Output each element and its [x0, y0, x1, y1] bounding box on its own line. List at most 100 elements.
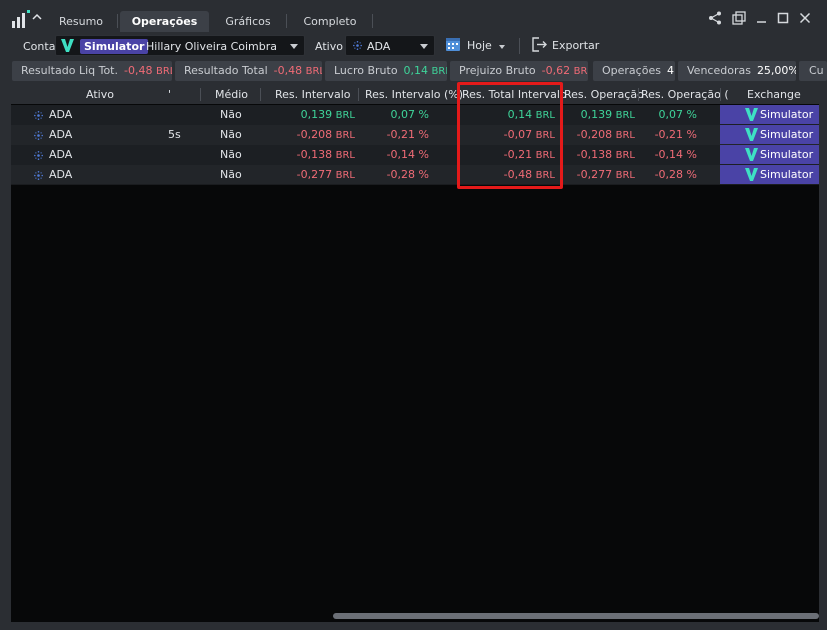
tab-completo[interactable]: Completo: [290, 11, 370, 32]
period-select[interactable]: Hoje: [445, 35, 511, 56]
conta-label: Conta: [23, 40, 56, 53]
col-divider[interactable]: [358, 88, 359, 101]
exchange-badge: Simulator: [720, 165, 819, 184]
export-button[interactable]: Exportar: [531, 35, 601, 56]
cell-value: -0,138: [576, 148, 613, 161]
exchange-badge: Simulator: [720, 145, 819, 164]
export-label: Exportar: [552, 39, 600, 52]
export-icon: [532, 37, 547, 52]
cell-medio: Não: [220, 148, 242, 161]
table-row[interactable]: ADA Não -0,277 BRL -0,28 % -0,48 BRL -0,277 B…: [11, 165, 819, 185]
cell-ativo: ADA: [49, 128, 73, 141]
table-row[interactable]: ADA Não 0,139 BRL 0,07 % 0,14 BRL 0,139 BRL 0,…: [11, 105, 819, 125]
col-truncated[interactable]: ': [168, 88, 171, 101]
col-exchange[interactable]: Exchange: [747, 88, 801, 101]
chevron-down-icon: [420, 44, 428, 49]
cell-unit: BRL: [335, 130, 355, 141]
stat-value: 25,00%: [756, 64, 796, 77]
cell-res-operacao: -0,277 BRL: [555, 168, 635, 181]
stat-label: Prejuizo Bruto: [459, 64, 536, 77]
stat-value: 4: [666, 64, 674, 77]
popout-icon[interactable]: [731, 10, 747, 26]
stat-unit: BRL: [305, 66, 322, 77]
cell-extra: 5s: [168, 128, 181, 141]
cardano-icon: [34, 111, 43, 120]
tab-divider: [372, 14, 373, 28]
cell-value: 0,139: [300, 108, 333, 121]
cell-value: -0,208: [296, 128, 333, 141]
cell-res-intervalo: -0,208 BRL: [275, 128, 355, 141]
account-type-badge: Simulator: [80, 39, 149, 54]
horizontal-scrollbar[interactable]: [333, 613, 819, 619]
stat-unit: BRL: [155, 66, 172, 77]
table-header: Ativo ' Médio Res. Intervalo Res. Interv…: [11, 85, 819, 104]
chevron-down-icon: [499, 45, 505, 49]
stat-label: Resultado Liq Tot.: [21, 64, 118, 77]
stat-value: -0,48: [273, 64, 303, 77]
brand-v-icon: [745, 108, 758, 121]
cell-res-operacao: -0,138 BRL: [555, 148, 635, 161]
stat-label: Cu: [809, 64, 824, 77]
minimize-icon[interactable]: [754, 10, 770, 26]
tab-operacoes[interactable]: Operações: [120, 11, 209, 32]
filter-toolbar: Conta Simulator Hillary Oliveira Coimbra…: [12, 32, 819, 60]
maximize-icon[interactable]: [775, 10, 791, 26]
stat-resultado-liq: Resultado Liq Tot. -0,48 BRL: [12, 61, 172, 81]
cell-value: -0,277: [576, 168, 613, 181]
col-res-operacao[interactable]: Res. Operação: [564, 88, 644, 101]
cell-res-intervalo-pct: -0,14 %: [361, 148, 429, 161]
stat-value: 0,14: [403, 64, 429, 77]
col-divider[interactable]: [260, 88, 261, 101]
col-res-intervalo[interactable]: Res. Intervalo: [275, 88, 351, 101]
col-divider[interactable]: [200, 88, 201, 101]
stat-value: -0,48: [124, 64, 153, 77]
ativo-label: Ativo: [315, 40, 343, 53]
brand-v-icon: [61, 39, 74, 52]
col-res-operacao-pct[interactable]: Res. Operação (: [641, 88, 729, 101]
tab-graficos[interactable]: Gráficos: [212, 11, 284, 32]
cell-res-operacao-pct: -0,14 %: [631, 148, 697, 161]
brand-v-icon: [745, 148, 758, 161]
calendar-icon: [446, 38, 460, 51]
table-row[interactable]: ADA 5s Não -0,208 BRL -0,21 % -0,07 BRL -0,208…: [11, 125, 819, 145]
cell-res-intervalo: 0,139 BRL: [275, 108, 355, 121]
col-divider[interactable]: [638, 88, 639, 101]
stat-unit: BRL: [573, 66, 588, 77]
account-select[interactable]: Simulator Hillary Oliveira Coimbra: [55, 35, 305, 56]
stat-vencedoras: Vencedoras 25,00%: [678, 61, 796, 81]
cell-value: 0,07 %: [658, 108, 697, 121]
tab-divider: [117, 14, 118, 28]
tab-resumo[interactable]: Resumo: [49, 11, 113, 32]
period-value: Hoje: [467, 39, 492, 52]
stat-lucro-bruto: Lucro Bruto 0,14 BRL: [325, 61, 447, 81]
exchange-badge: Simulator: [720, 125, 819, 144]
stat-unit: BRL: [431, 66, 447, 77]
brand-v-icon: [745, 128, 758, 141]
col-ativo[interactable]: Ativo: [86, 88, 114, 101]
highlight-box: [457, 82, 563, 189]
col-divider[interactable]: [720, 88, 721, 101]
exchange-label: Simulator: [760, 128, 814, 141]
brand-v-icon: [745, 168, 758, 181]
cell-res-operacao-pct: -0,28 %: [631, 168, 697, 181]
cardano-icon: [34, 131, 43, 140]
cell-value: -0,28 %: [654, 168, 697, 181]
cell-res-operacao: 0,139 BRL: [555, 108, 635, 121]
table-row[interactable]: ADA Não -0,138 BRL -0,14 % -0,21 BRL -0,138 B…: [11, 145, 819, 165]
close-icon[interactable]: [797, 10, 813, 26]
cardano-icon: [34, 151, 43, 160]
share-icon[interactable]: [707, 10, 723, 26]
col-res-intervalo-pct[interactable]: Res. Intervalo (%): [365, 88, 463, 101]
exchange-badge: Simulator: [720, 105, 819, 124]
stat-label: Operações: [602, 64, 661, 77]
stat-label: Resultado Total: [184, 64, 268, 77]
stat-label: Vencedoras: [687, 64, 751, 77]
ativo-select[interactable]: ADA: [345, 35, 435, 56]
cell-value: 0,139: [580, 108, 613, 121]
toolbar-divider: [519, 38, 520, 54]
ativo-value: ADA: [367, 40, 391, 53]
cell-ativo: ADA: [49, 108, 73, 121]
cell-value: -0,14 %: [654, 148, 697, 161]
col-medio[interactable]: Médio: [215, 88, 248, 101]
cell-res-intervalo-pct: -0,28 %: [361, 168, 429, 181]
